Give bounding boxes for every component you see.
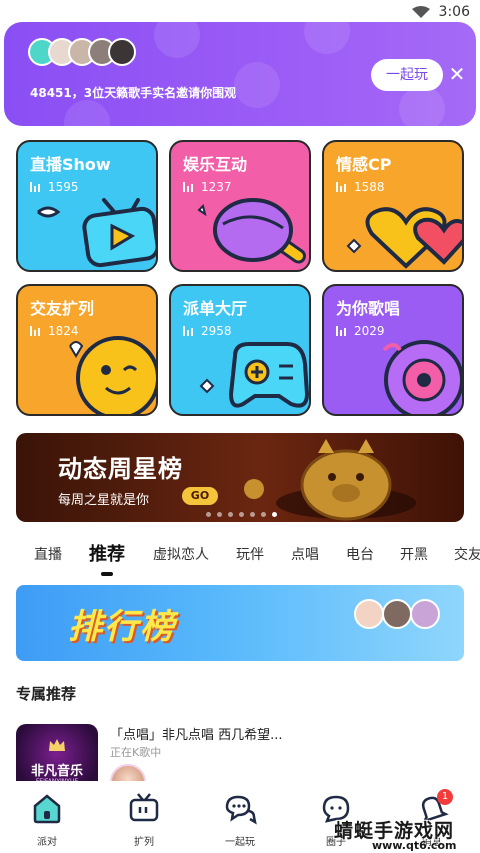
trophy-pig-icon — [244, 439, 416, 521]
nav-label: 派对 — [37, 837, 57, 848]
invite-banner[interactable]: 48451，3位天籁歌手实名邀请你围观 一起玩 ✕ — [4, 22, 476, 126]
tab-playmate[interactable]: 玩伴 — [236, 544, 264, 564]
ranking-title: 排行榜 — [68, 607, 176, 647]
avatar — [382, 599, 412, 629]
tab-indicator — [101, 572, 113, 576]
category-tabs: 直播 推荐 虚拟恋人 玩伴 点唱 电台 开黑 交友 — [0, 534, 480, 576]
mic-pattern-icon — [234, 62, 280, 108]
category-card-entertainment[interactable]: 娱乐互动 1237 — [169, 140, 311, 272]
tv-icon — [129, 793, 159, 822]
category-card-order-hall[interactable]: 派单大厅 2958 — [169, 284, 311, 416]
weekly-star-banner[interactable]: 动态周星榜 每周之星就是你 GO — [16, 433, 464, 522]
lollipop-icon — [197, 198, 306, 264]
tab-live[interactable]: 直播 — [34, 544, 62, 564]
section-title: 专属推荐 — [16, 685, 77, 703]
join-button[interactable]: 一起玩 — [371, 59, 443, 91]
watermark-url: www.qt6.com — [372, 839, 457, 852]
status-time: 3:06 — [438, 4, 470, 20]
ranking-banner[interactable]: 排行榜 — [16, 585, 464, 661]
category-card-sing-for-you[interactable]: 为你歌唱 2029 — [322, 284, 464, 416]
avatar — [108, 38, 136, 66]
invite-text: 48451，3位天籁歌手实名邀请你围观 — [30, 86, 237, 100]
wink-face-icon — [69, 336, 156, 414]
nav-label: 一起玩 — [225, 837, 255, 848]
mic-pattern-icon — [304, 22, 350, 54]
tab-team-up[interactable]: 开黑 — [400, 544, 428, 564]
watermark: 蜻蜓手游戏网 www.qt6.com — [334, 812, 474, 853]
category-card-emotion-cp[interactable]: 情感CP 1588 — [322, 140, 464, 272]
category-card-live-show[interactable]: 直播Show 1595 — [16, 140, 158, 272]
home-icon — [33, 794, 61, 824]
hearts-icon — [346, 207, 462, 269]
tab-radio[interactable]: 电台 — [346, 544, 374, 564]
nav-label: 扩列 — [134, 837, 154, 848]
tv-play-icon — [37, 198, 156, 268]
tab-recommend[interactable]: 推荐 — [89, 540, 125, 566]
avatar — [354, 599, 384, 629]
wifi-icon — [412, 6, 430, 18]
nav-expand[interactable]: 扩列 — [104, 791, 184, 848]
room-status: 正在K歌中 — [110, 746, 162, 759]
nav-play-together[interactable]: 一起玩 — [200, 791, 280, 848]
close-icon[interactable]: ✕ — [448, 62, 466, 86]
tab-song-request[interactable]: 点唱 — [291, 544, 319, 564]
avatar — [410, 599, 440, 629]
vinyl-record-icon — [382, 340, 462, 414]
mic-pattern-icon — [399, 86, 445, 126]
tab-virtual-lover[interactable]: 虚拟恋人 — [153, 544, 209, 564]
nav-party[interactable]: 派对 — [7, 791, 87, 848]
room-title[interactable]: 「点唱」非凡点唱 西几希望... — [110, 724, 283, 743]
chat-icon — [225, 795, 257, 825]
invite-avatars — [28, 38, 136, 68]
mic-pattern-icon — [154, 22, 200, 58]
room-cover-title: 非凡音乐 — [30, 764, 83, 779]
tab-dating[interactable]: 交友 — [454, 544, 480, 564]
crown-icon — [49, 739, 65, 751]
notification-badge: 1 — [437, 789, 453, 805]
gamepad-icon — [199, 342, 309, 408]
status-bar: 3:06 — [0, 0, 480, 24]
app-screen: 3:06 48451，3位天籁歌手实名邀请你围观 一起玩 ✕ 直播Show 15… — [0, 0, 480, 853]
carousel-dots — [206, 512, 283, 517]
mic-pattern-icon — [64, 100, 110, 126]
category-card-make-friends[interactable]: 交友扩列 1824 — [16, 284, 158, 416]
